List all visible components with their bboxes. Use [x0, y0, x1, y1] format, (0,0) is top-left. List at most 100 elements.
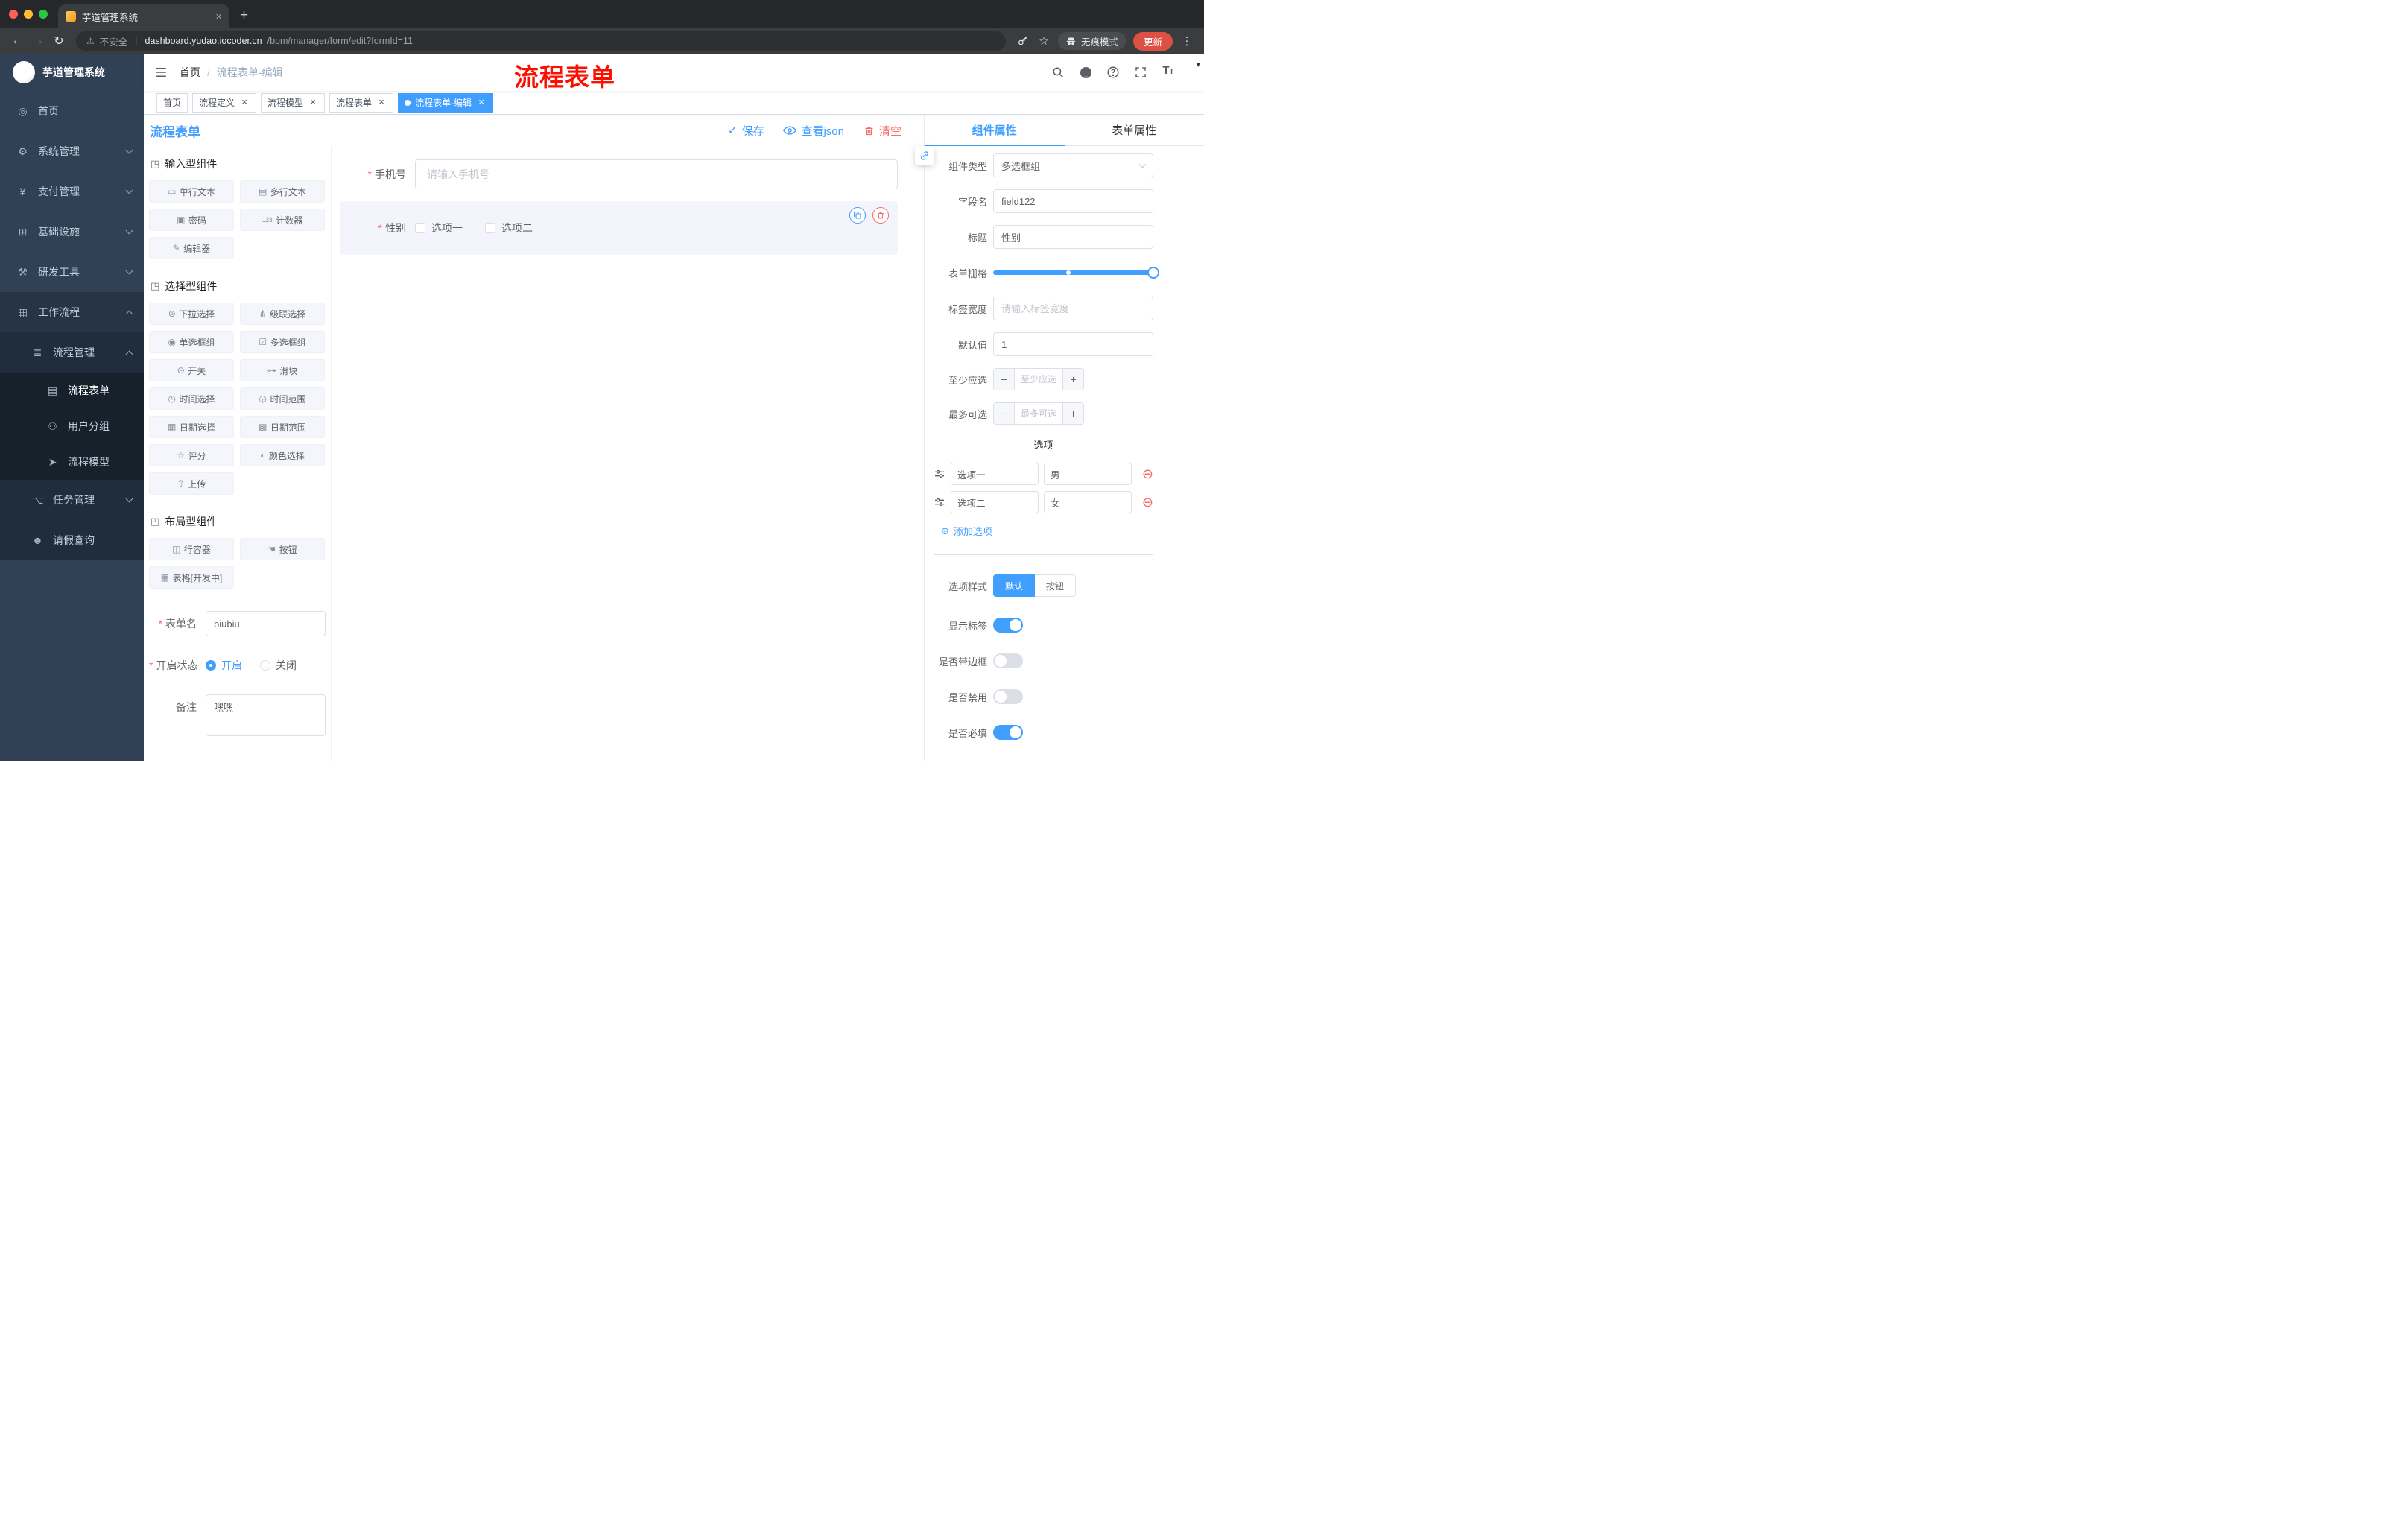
palette-item-checkbox-group[interactable]: ☑ 多选框组	[240, 331, 325, 353]
palette-item-single-line-text[interactable]: ▭ 单行文本	[149, 180, 234, 203]
tab-form-props[interactable]: 表单属性	[1065, 115, 1205, 145]
tag-process-model[interactable]: 流程模型 ×	[261, 92, 326, 113]
palette-item-switch[interactable]: ⊝ 开关	[149, 359, 234, 381]
style-default-button[interactable]: 默认	[993, 574, 1036, 597]
remove-option-icon[interactable]: ⊖	[1142, 467, 1153, 481]
max-count-input[interactable]	[1015, 403, 1062, 424]
search-icon[interactable]	[1050, 64, 1066, 80]
palette-item-multi-line-text[interactable]: ▤ 多行文本	[240, 180, 325, 203]
font-size-icon[interactable]: TT	[1160, 64, 1176, 80]
tag-close-icon[interactable]: ×	[476, 97, 487, 108]
palette-item-password[interactable]: ▣ 密码	[149, 209, 234, 231]
title-input[interactable]	[993, 225, 1153, 249]
palette-item-upload[interactable]: ⇧ 上传	[149, 472, 234, 495]
sidebar-item-user-group[interactable]: ⚇ 用户分组	[0, 408, 144, 444]
phone-input[interactable]	[415, 159, 898, 189]
link-anchor-button[interactable]	[915, 146, 934, 165]
required-toggle[interactable]	[993, 725, 1023, 740]
view-json-button[interactable]: 查看json	[783, 123, 844, 139]
palette-item-counter[interactable]: 123 计数器	[240, 209, 325, 231]
sidebar-item-leave-query[interactable]: ☻ 请假查询	[0, 520, 144, 560]
sidebar-collapse-icon[interactable]	[154, 66, 168, 79]
option-name-input[interactable]	[951, 491, 1039, 513]
copy-component-button[interactable]	[849, 207, 866, 224]
add-option-button[interactable]: ⊕ 添加选项	[941, 524, 1153, 538]
remark-textarea[interactable]: 嘿嘿	[206, 694, 326, 736]
palette-item-rate[interactable]: ☆ 评分	[149, 444, 234, 466]
remove-option-icon[interactable]: ⊖	[1142, 495, 1153, 509]
sidebar-item-dev-tools[interactable]: ⚒ 研发工具	[0, 252, 144, 292]
sidebar-logo[interactable]: 芋道管理系统	[0, 54, 144, 91]
style-button-button[interactable]: 按钮	[1035, 574, 1077, 597]
browser-menu-dots-icon[interactable]: ⋮	[1177, 31, 1197, 51]
sidebar-item-infrastructure[interactable]: ⊞ 基础设施	[0, 212, 144, 252]
fullscreen-icon[interactable]	[1132, 64, 1149, 80]
drag-handle-icon[interactable]	[934, 496, 945, 508]
palette-item-select[interactable]: ⊚ 下拉选择	[149, 303, 234, 325]
palette-item-editor[interactable]: ✎ 编辑器	[149, 237, 234, 259]
slider-handle[interactable]	[1147, 267, 1159, 279]
bookmark-star-icon[interactable]: ☆	[1034, 31, 1054, 51]
sidebar-item-process-model[interactable]: ➤ 流程模型	[0, 444, 144, 480]
address-bar[interactable]: ⚠ 不安全 | dashboard.yudao.iocoder.cn/bpm/m…	[76, 31, 1006, 51]
delete-component-button[interactable]	[872, 207, 889, 224]
canvas-field-phone[interactable]: 手机号	[340, 159, 898, 189]
sidebar-item-payment-management[interactable]: ¥ 支付管理	[0, 171, 144, 212]
component-type-select[interactable]: 多选框组	[993, 153, 1153, 177]
canvas-field-gender-selected[interactable]: 性别 选项一 选项二	[340, 201, 898, 255]
tag-process-definition[interactable]: 流程定义 ×	[192, 92, 257, 113]
sidebar-item-workflow[interactable]: ▦ 工作流程	[0, 292, 144, 332]
reload-icon[interactable]: ↻	[49, 31, 69, 51]
breadcrumb-home[interactable]: 首页	[180, 65, 200, 80]
gender-option-2[interactable]: 选项二	[485, 221, 533, 235]
tag-close-icon[interactable]: ×	[308, 97, 318, 108]
palette-item-time-range[interactable]: ◶ 时间范围	[240, 387, 325, 410]
tag-close-icon[interactable]: ×	[239, 97, 250, 108]
new-tab-button[interactable]: +	[240, 7, 248, 24]
disabled-toggle[interactable]	[993, 689, 1023, 704]
sidebar-item-process-management[interactable]: ≣ 流程管理	[0, 332, 144, 373]
sidebar-item-system-management[interactable]: ⚙ 系统管理	[0, 131, 144, 171]
palette-item-slider[interactable]: ⊶ 滑块	[240, 359, 325, 381]
minimize-window-button[interactable]	[24, 10, 33, 19]
tab-component-props[interactable]: 组件属性	[925, 115, 1065, 146]
field-name-input[interactable]	[993, 189, 1153, 213]
decrease-button[interactable]: −	[994, 369, 1015, 390]
palette-item-time-picker[interactable]: ◷ 时间选择	[149, 387, 234, 410]
status-off-radio[interactable]: 关闭	[260, 658, 297, 673]
tab-close-icon[interactable]: ×	[215, 11, 222, 22]
close-window-button[interactable]	[9, 10, 18, 19]
option-value-input[interactable]	[1044, 491, 1132, 513]
show-label-toggle[interactable]	[993, 618, 1023, 633]
sidebar-item-task-management[interactable]: ⌥ 任务管理	[0, 480, 144, 520]
palette-item-date-range[interactable]: ▩ 日期范围	[240, 416, 325, 438]
option-value-input[interactable]	[1044, 463, 1132, 485]
tag-process-form-edit[interactable]: 流程表单-编辑 ×	[398, 92, 494, 113]
palette-item-radio-group[interactable]: ◉ 单选框组	[149, 331, 234, 353]
form-name-input[interactable]	[206, 611, 326, 636]
palette-item-button[interactable]: ☚ 按钮	[240, 538, 325, 560]
browser-update-button[interactable]: 更新	[1132, 31, 1173, 51]
decrease-button[interactable]: −	[994, 403, 1015, 424]
min-count-input[interactable]	[1015, 369, 1062, 390]
border-toggle[interactable]	[993, 653, 1023, 668]
label-width-input[interactable]	[993, 297, 1153, 320]
increase-button[interactable]: +	[1062, 369, 1083, 390]
drag-handle-icon[interactable]	[934, 468, 945, 480]
increase-button[interactable]: +	[1062, 403, 1083, 424]
security-label[interactable]: 不安全	[100, 34, 128, 48]
palette-item-date-picker[interactable]: ▦ 日期选择	[149, 416, 234, 438]
tag-home[interactable]: 首页	[156, 92, 188, 113]
forward-icon[interactable]: →	[28, 31, 48, 51]
help-icon[interactable]	[1105, 64, 1121, 80]
option-name-input[interactable]	[951, 463, 1039, 485]
tag-process-form[interactable]: 流程表单 ×	[329, 92, 394, 113]
palette-item-color-picker[interactable]: ◐ 颜色选择	[240, 444, 325, 466]
form-grid-slider[interactable]	[993, 261, 1159, 285]
sidebar-item-dashboard[interactable]: ◎ 首页	[0, 91, 144, 131]
browser-tab[interactable]: 芋道管理系统 ×	[58, 4, 229, 28]
github-icon[interactable]	[1077, 64, 1094, 80]
clear-button[interactable]: 清空	[864, 123, 902, 139]
palette-item-row-container[interactable]: ◫ 行容器	[149, 538, 234, 560]
palette-item-table[interactable]: ▦ 表格[开发中]	[149, 566, 234, 589]
